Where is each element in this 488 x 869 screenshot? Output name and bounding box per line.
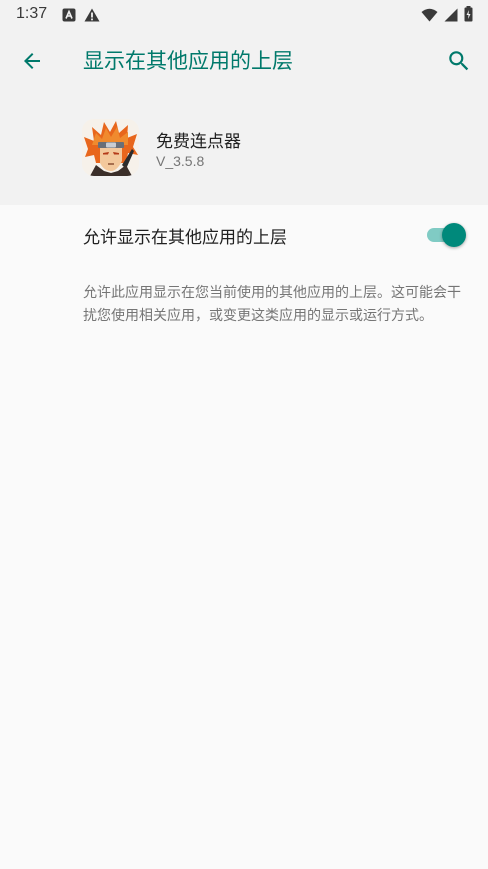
status-left-icons bbox=[62, 7, 100, 26]
toolbar: 显示在其他应用的上层 bbox=[0, 29, 488, 91]
screen: 1:37 显示在其他应用的上层 免费连点器 V_3.5.8 允许显示在其他应用的… bbox=[0, 0, 488, 869]
app-version: V_3.5.8 bbox=[156, 153, 205, 169]
arrow-back-icon bbox=[24, 53, 40, 69]
search-icon bbox=[449, 51, 469, 71]
setting-label: 允许显示在其他应用的上层 bbox=[83, 228, 287, 248]
status-bar: 1:37 bbox=[0, 0, 488, 29]
warning-icon bbox=[84, 7, 100, 26]
setting-description: 允许此应用显示在您当前使用的其他应用的上层。这可能会干扰您使用相关应用，或变更这… bbox=[83, 285, 461, 324]
app-info: 免费连点器 V_3.5.8 bbox=[0, 91, 488, 205]
app-name: 免费连点器 bbox=[156, 132, 241, 152]
page-title: 显示在其他应用的上层 bbox=[83, 49, 293, 73]
back-button[interactable] bbox=[20, 49, 44, 73]
app-notification-icon bbox=[62, 7, 76, 26]
status-time: 1:37 bbox=[16, 5, 48, 22]
overlay-permission-row[interactable]: 允许显示在其他应用的上层 bbox=[0, 205, 488, 265]
header-area: 显示在其他应用的上层 免费连点器 V_3.5.8 bbox=[0, 29, 488, 205]
toggle-thumb bbox=[442, 223, 466, 247]
signal-icon bbox=[444, 7, 458, 26]
battery-icon bbox=[464, 6, 473, 26]
wifi-icon bbox=[421, 7, 438, 26]
search-button[interactable] bbox=[446, 48, 472, 74]
status-right-icons bbox=[421, 6, 473, 26]
overlay-permission-toggle[interactable] bbox=[424, 221, 468, 249]
app-icon bbox=[82, 119, 139, 176]
